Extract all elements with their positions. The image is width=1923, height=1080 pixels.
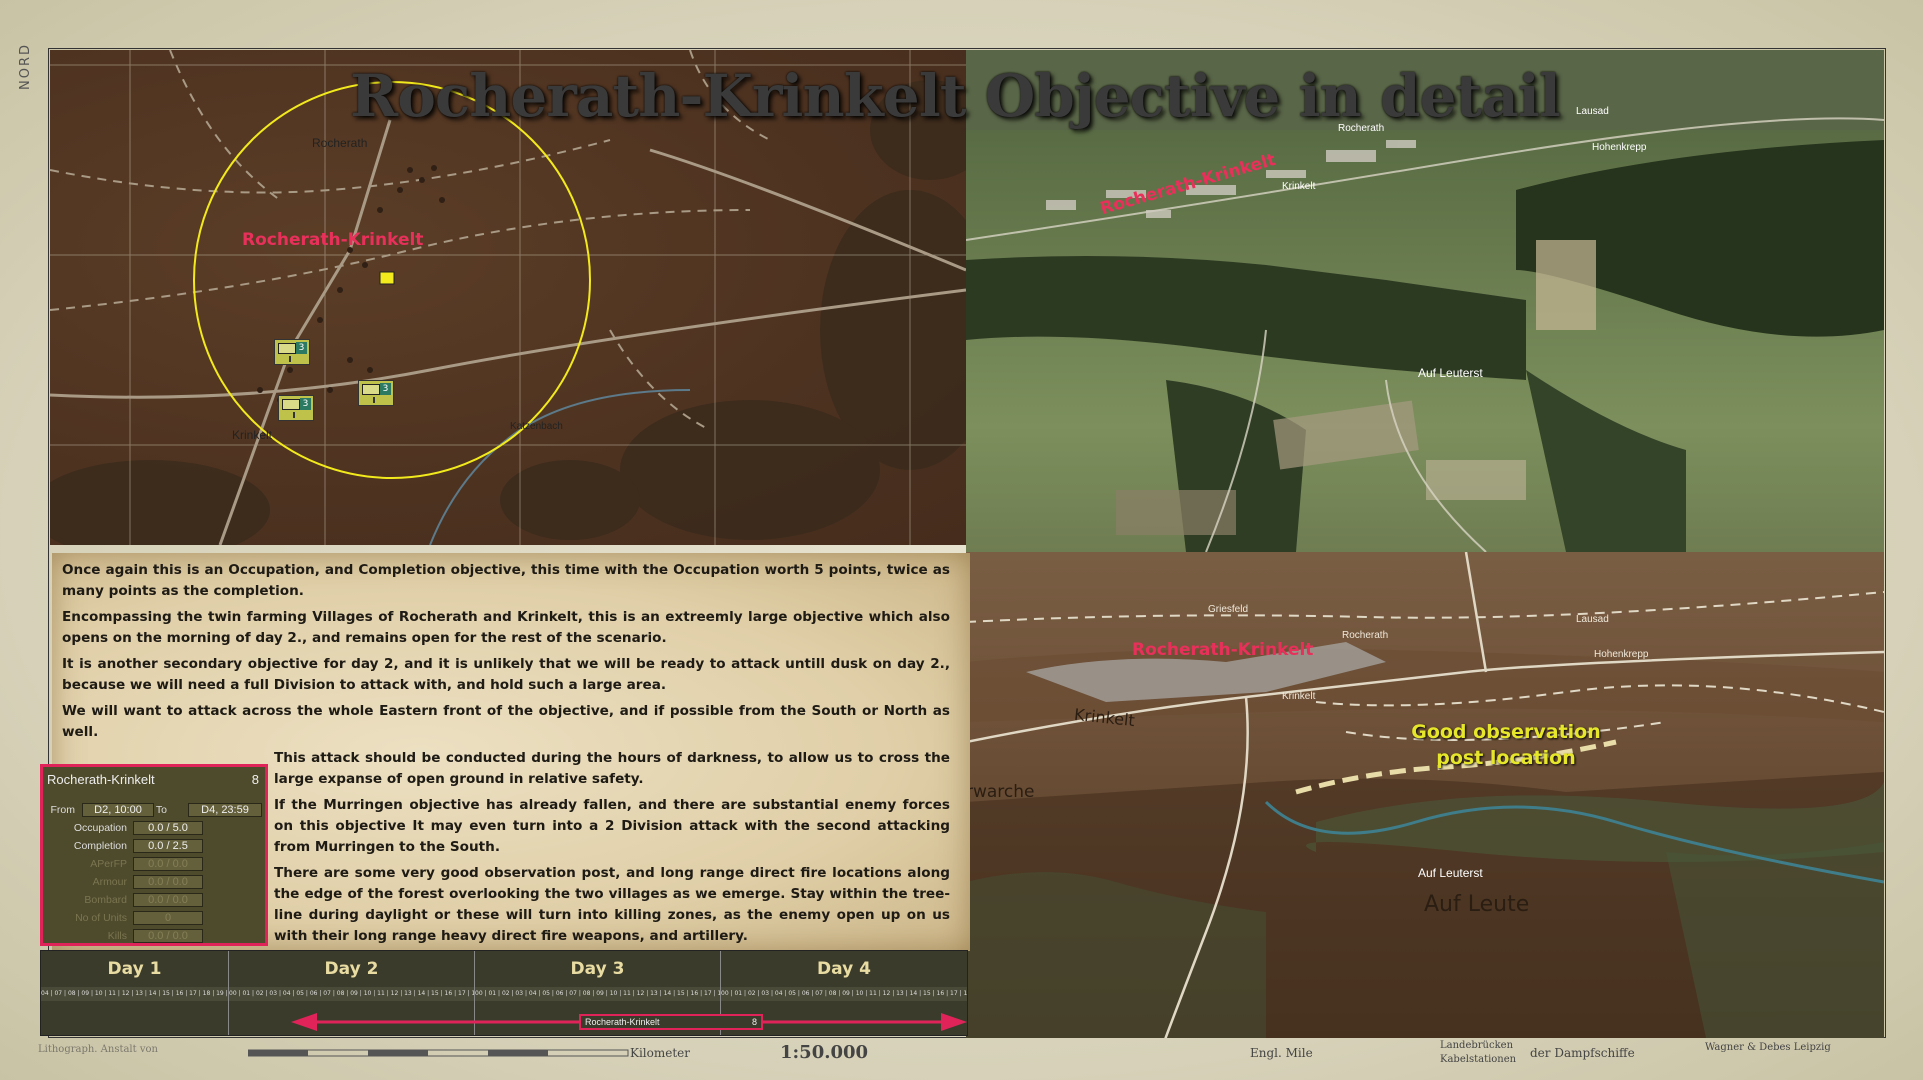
map-scale: 1:50.000	[780, 1042, 869, 1063]
bombard-label: Bombard	[84, 894, 127, 906]
from-label: From	[50, 804, 76, 816]
terrain-place-lausad: Lausad	[1576, 614, 1609, 625]
bombard-field: 0.0 / 0.0	[133, 893, 203, 907]
observation-post-callout: Good observation post location	[1376, 719, 1636, 771]
unit-counter[interactable]: 3	[358, 380, 394, 406]
terrain-render	[966, 552, 1884, 1038]
objective-name: Rocherath-Krinkelt	[47, 772, 155, 787]
terrain-text-auf-leute: Auf Leute	[1424, 892, 1530, 917]
timeline-bar-label: Rocherath-Krinkelt	[585, 1017, 660, 1027]
aperfp-label: APerFP	[90, 858, 127, 870]
to-label: To	[155, 804, 167, 816]
timeline-bar-value: 8	[751, 1017, 757, 1027]
publisher-note: Wagner & Debes Leipzig	[1705, 1042, 1831, 1053]
aperfp-field: 0.0 / 0.0	[133, 857, 203, 871]
unit-size-marker	[293, 412, 295, 418]
completion-field: 0.0 / 2.5	[133, 839, 203, 853]
objective-timeline[interactable]: Day 1 Day 2 Day 3 Day 4 04 | 07 | 08 | 0…	[40, 950, 968, 1036]
page-title: Rocherath-Krinkelt Objective in detail	[350, 62, 1561, 130]
briefing-paragraph: It is another secondary objective for da…	[62, 656, 950, 693]
terrain-text-rwarche: rwarche	[966, 782, 1035, 802]
unit-size-marker	[373, 397, 375, 403]
occupation-label: Occupation	[73, 822, 127, 834]
terrain-place-krinkelt: Krinkelt	[1282, 691, 1316, 702]
recon-unit-icon	[278, 343, 296, 354]
briefing-paragraph: This attack should be conducted during t…	[274, 750, 950, 787]
terrain-place-rocherath: Rocherath	[1342, 630, 1389, 641]
sat-place-krinkelt: Krinkelt	[1282, 181, 1316, 192]
objective-label: Rocherath-Krinkelt	[242, 230, 424, 250]
place-label-katzenbach: Katzenbach	[510, 421, 563, 432]
unit-strength: 3	[296, 342, 307, 354]
timeline-arrow	[291, 1013, 967, 1031]
place-label-rocherath: Rocherath	[312, 136, 368, 150]
unit-strength: 3	[300, 398, 311, 410]
place-label-krinkelt: Krinkelt	[232, 428, 273, 442]
completion-label: Completion	[73, 840, 127, 852]
observation-callout-line-2: post location	[1436, 747, 1576, 769]
armour-label: Armour	[92, 876, 127, 888]
briefing-paragraph: If the Murringen objective has already f…	[274, 797, 950, 855]
unit-strength: 3	[380, 383, 391, 395]
briefing-paragraph: We will want to attack across the whole …	[62, 703, 950, 740]
legend-landebruecken: Landebrücken	[1440, 1040, 1514, 1051]
kills-label: Kills	[107, 930, 127, 942]
terrain-objective-label: Rocherath-Krinkelt	[1132, 640, 1314, 660]
unit-counter[interactable]: 3	[278, 395, 314, 421]
sat-place-hohenkrepp: Hohenkrepp	[1592, 142, 1647, 153]
terrain-3d-view: Griesfeld Rocherath Krinkelt Hohenkrepp …	[966, 552, 1884, 1038]
legend-kabelstationen: Kabelstationen	[1440, 1054, 1517, 1065]
briefing-paragraph: Once again this is an Occupation, and Co…	[62, 562, 950, 599]
terrain-place-auf-leuterst: Auf Leuterst	[1418, 866, 1483, 880]
terrain-place-hohenkrepp: Hohenkrepp	[1594, 649, 1649, 660]
objective-info-panel[interactable]: Rocherath-Krinkelt 8 From D2, 10:00 To D…	[40, 764, 268, 946]
unit-size-marker	[289, 356, 291, 362]
engraver-note: Lithograph. Anstalt von	[38, 1044, 158, 1055]
briefing-paragraph: Encompassing the twin farming Villages o…	[62, 609, 950, 646]
occupation-field: 0.0 / 5.0	[133, 821, 203, 835]
briefing-paragraph: There are some very good observation pos…	[274, 865, 950, 944]
legend-dampfschiffe: der Dampfschiffe	[1530, 1046, 1635, 1060]
scale-km-label: Kilometer	[630, 1046, 691, 1060]
unit-counter[interactable]: 3	[274, 339, 310, 365]
armour-field: 0.0 / 0.0	[133, 875, 203, 889]
kills-field: 0.0 / 0.0	[133, 929, 203, 943]
to-field[interactable]: D4, 23:59	[188, 803, 262, 817]
sat-place-auf-leuterst: Auf Leuterst	[1418, 366, 1483, 380]
north-label: NORD	[18, 43, 33, 90]
observation-callout-line-1: Good observation	[1411, 721, 1601, 743]
objective-value: 8	[251, 772, 259, 787]
sat-place-lausad: Lausad	[1576, 106, 1609, 117]
recon-unit-icon	[362, 384, 380, 395]
terrain-place-griesfeld: Griesfeld	[1208, 604, 1249, 615]
timeline-objective-bar[interactable]: Rocherath-Krinkelt 8	[579, 1014, 763, 1030]
no-of-units-label: No of Units	[75, 912, 127, 924]
scale-mile-label: Engl. Mile	[1250, 1046, 1313, 1060]
mech-infantry-unit-icon	[282, 399, 300, 410]
no-of-units-field: 0	[133, 911, 203, 925]
